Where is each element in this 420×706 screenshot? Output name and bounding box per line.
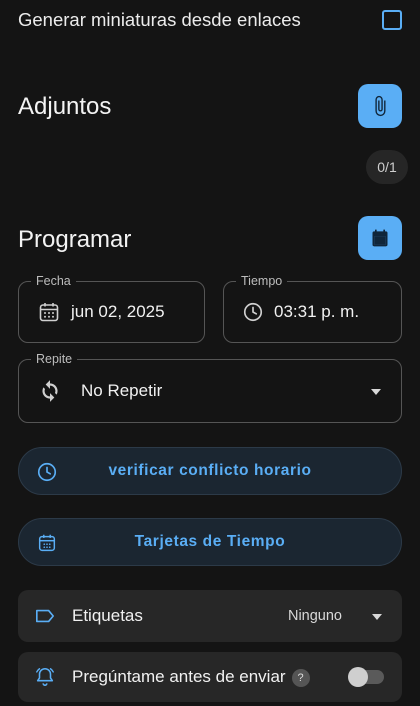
repeat-dropdown[interactable]: Repite No Repetir [18, 351, 402, 423]
date-field[interactable]: Fecha jun 02, 2025 [18, 273, 205, 343]
bell-icon [36, 667, 54, 687]
ask-before-send-label-wrap: Pregúntame antes de enviar? [72, 667, 310, 687]
calendar-outline-icon [38, 534, 56, 552]
generate-thumbnails-row[interactable]: Generar miniaturas desde enlaces [18, 6, 402, 34]
generate-thumbnails-label: Generar miniaturas desde enlaces [18, 9, 301, 30]
ask-before-send-row[interactable]: Pregúntame antes de enviar? [18, 652, 402, 702]
paperclip-icon [375, 95, 386, 117]
add-attachment-button[interactable] [358, 84, 402, 128]
repeat-icon [42, 380, 58, 402]
schedule-title: Programar [18, 226, 132, 253]
chevron-down-icon [372, 614, 382, 620]
date-value: jun 02, 2025 [71, 302, 165, 321]
attachments-counter: 0/1 [366, 150, 408, 184]
tags-value: Ninguno [287, 608, 342, 624]
attachments-title: Adjuntos [18, 93, 112, 120]
clock-icon [243, 302, 263, 322]
tags-label: Etiquetas [72, 606, 143, 625]
time-value: 03:31 p. m. [274, 302, 360, 321]
ask-before-send-label: Pregúntame antes de enviar [72, 667, 286, 686]
chevron-down-icon [371, 389, 381, 395]
repeat-value: No Repetir [81, 381, 163, 400]
generate-thumbnails-checkbox[interactable] [382, 10, 402, 30]
calendar-outline-icon [39, 303, 59, 322]
time-cards-button[interactable]: Tarjetas de Tiempo [18, 518, 402, 566]
time-cards-label: Tarjetas de Tiempo [134, 533, 286, 550]
schedule-button[interactable] [358, 216, 402, 260]
label-tag-icon [36, 609, 55, 623]
toggle-knob [348, 667, 368, 687]
time-field[interactable]: Tiempo 03:31 p. m. [223, 273, 402, 343]
check-conflict-button[interactable]: verificar conflicto horario [18, 447, 402, 495]
help-icon[interactable]: ? [291, 668, 310, 687]
clock-icon [37, 462, 57, 482]
ask-before-send-toggle[interactable] [348, 667, 384, 687]
calendar-icon [372, 229, 388, 247]
check-conflict-label: verificar conflicto horario [108, 462, 312, 479]
tags-dropdown[interactable]: Etiquetas Ninguno [18, 590, 402, 642]
